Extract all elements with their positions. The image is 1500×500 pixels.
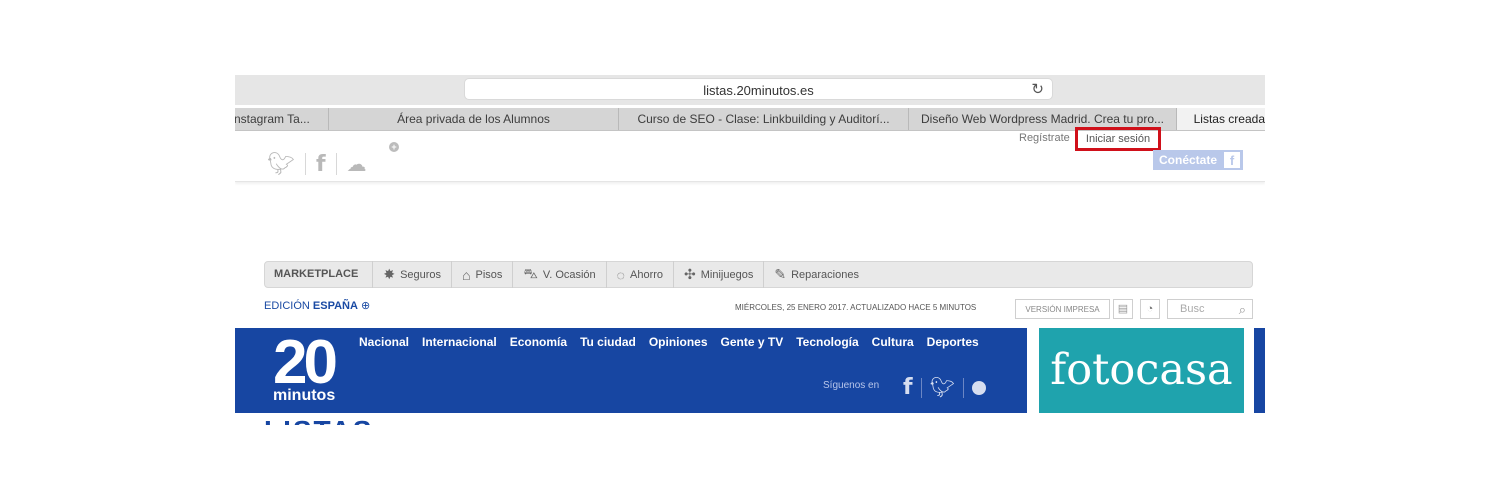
marketplace-item-seguros[interactable]: ✸ Seguros [373, 261, 453, 288]
marketplace-bar: MARKETPLACE ✸ Seguros ⌂ Pisos ⛍ V. Ocasi… [264, 261, 1253, 288]
marketplace-item-pisos[interactable]: ⌂ Pisos [452, 261, 514, 288]
marketplace-item-label: Seguros [400, 268, 442, 281]
login-link[interactable]: Iniciar sesión [1075, 127, 1161, 151]
nav-tecnologia[interactable]: Tecnología [796, 335, 858, 349]
date-updated: MIÉRCOLES, 25 ENERO 2017. ACTUALIZADO HA… [735, 303, 977, 312]
piggy-bank-icon: ◌ [616, 266, 625, 283]
connect-facebook-button[interactable]: Conéctate f [1153, 150, 1243, 170]
tab-area-privada[interactable]: Área privada de los Alumnos [328, 108, 618, 130]
marketplace-item-v-ocasion[interactable]: ⛍ V. Ocasión [513, 261, 607, 288]
url-text: listas.20minutos.es [703, 83, 814, 98]
marketplace-title[interactable]: MARKETPLACE [265, 261, 374, 288]
section-title: LISTAS [264, 415, 373, 425]
follow-label: Síguenos en [823, 380, 880, 391]
more-social-icon[interactable] [971, 380, 986, 395]
marketplace-item-minijuegos[interactable]: ✣ Minijuegos [674, 261, 765, 288]
nav-cultura[interactable]: Cultura [872, 335, 914, 349]
divider [304, 153, 306, 175]
tab-listas[interactable]: Listas creada [1176, 108, 1265, 130]
marketplace-item-label: Ahorro [630, 268, 664, 281]
marketplace-item-label: Pisos [475, 268, 503, 281]
tab-instagram[interactable]: nstagram Ta... [235, 108, 328, 130]
nav-gente-y-tv[interactable]: Gente y TV [721, 335, 784, 349]
logo-word[interactable]: minutos [273, 387, 335, 405]
social-network-icon[interactable]: ☁︎ [347, 152, 367, 177]
nav-opiniones[interactable]: Opiniones [649, 335, 708, 349]
twitter-icon[interactable]: 🐦︎ [930, 375, 955, 400]
main-nav: Nacional Internacional Economía Tu ciuda… [359, 335, 979, 349]
edition-prefix: EDICIÓN [264, 300, 310, 312]
fotocasa-ad[interactable]: fotocasa [1039, 328, 1244, 413]
facebook-icon[interactable]: f [903, 375, 913, 400]
plus-circle-icon: ⊕ [361, 300, 371, 312]
address-bar[interactable]: listas.20minutos.es ↻ [464, 78, 1053, 100]
edition-selector[interactable]: EDICIÓN ESPAÑA ⊕ [264, 299, 370, 312]
connect-label: Conéctate [1159, 153, 1218, 167]
register-link[interactable]: Regístrate [1019, 132, 1070, 144]
wrench-icon: ✎ [774, 266, 787, 282]
search-icon[interactable]: ⌕ [1239, 300, 1246, 319]
nav-tu-ciudad[interactable]: Tu ciudad [580, 335, 636, 349]
follow-icons: f 🐦︎ [903, 375, 986, 400]
marketplace-item-ahorro[interactable]: ◌ Ahorro [607, 261, 675, 288]
site-topbar: 🐦︎ f ☁︎ + Regístrate Iniciar sesión Coné… [235, 127, 1265, 182]
nav-deportes[interactable]: Deportes [927, 335, 979, 349]
divider [335, 153, 337, 175]
divider [962, 377, 964, 398]
document-icon[interactable]: ▤ [1113, 299, 1133, 319]
facebook-icon: f [1224, 152, 1240, 168]
screenshot: listas.20minutos.es ↻ nstagram Ta... Áre… [235, 75, 1265, 425]
marketplace-item-label: V. Ocasión [542, 268, 596, 281]
puzzle-icon: ✣ [684, 266, 696, 282]
twitter-icon[interactable]: 🐦︎ [267, 151, 295, 177]
print-version-button[interactable]: VERSIÓN IMPRESA [1015, 299, 1110, 319]
search-placeholder: Busc [1180, 303, 1205, 315]
nav-nacional[interactable]: Nacional [359, 335, 409, 349]
marketplace-item-label: Reparaciones [791, 268, 859, 281]
divider [920, 377, 922, 398]
more-social-icon[interactable]: + [389, 142, 399, 152]
car-icon: ⛍ [523, 265, 538, 281]
car-crash-icon: ✸ [383, 266, 396, 282]
facebook-icon[interactable]: f [316, 152, 326, 177]
tab-curso-seo[interactable]: Curso de SEO - Clase: Linkbuilding y Aud… [618, 108, 908, 130]
edition-name: ESPAÑA [312, 300, 358, 312]
nav-economia[interactable]: Economía [510, 335, 567, 349]
nav-internacional[interactable]: Internacional [422, 335, 497, 349]
marketplace-item-label: Minijuegos [700, 268, 754, 281]
marketplace-item-reparaciones[interactable]: ✎ Reparaciones [764, 261, 869, 288]
house-icon: ⌂ [462, 266, 471, 283]
reload-icon[interactable]: ↻ [1031, 80, 1044, 98]
social-links: 🐦︎ f ☁︎ [267, 151, 367, 177]
search-input[interactable]: Busc ⌕ [1167, 299, 1253, 319]
browser-toolbar: listas.20minutos.es ↻ [235, 75, 1265, 105]
header-edge [1254, 328, 1265, 413]
rss-icon[interactable]: ◔ [1140, 299, 1160, 319]
site-header: 20 minutos Nacional Internacional Econom… [235, 328, 1027, 413]
